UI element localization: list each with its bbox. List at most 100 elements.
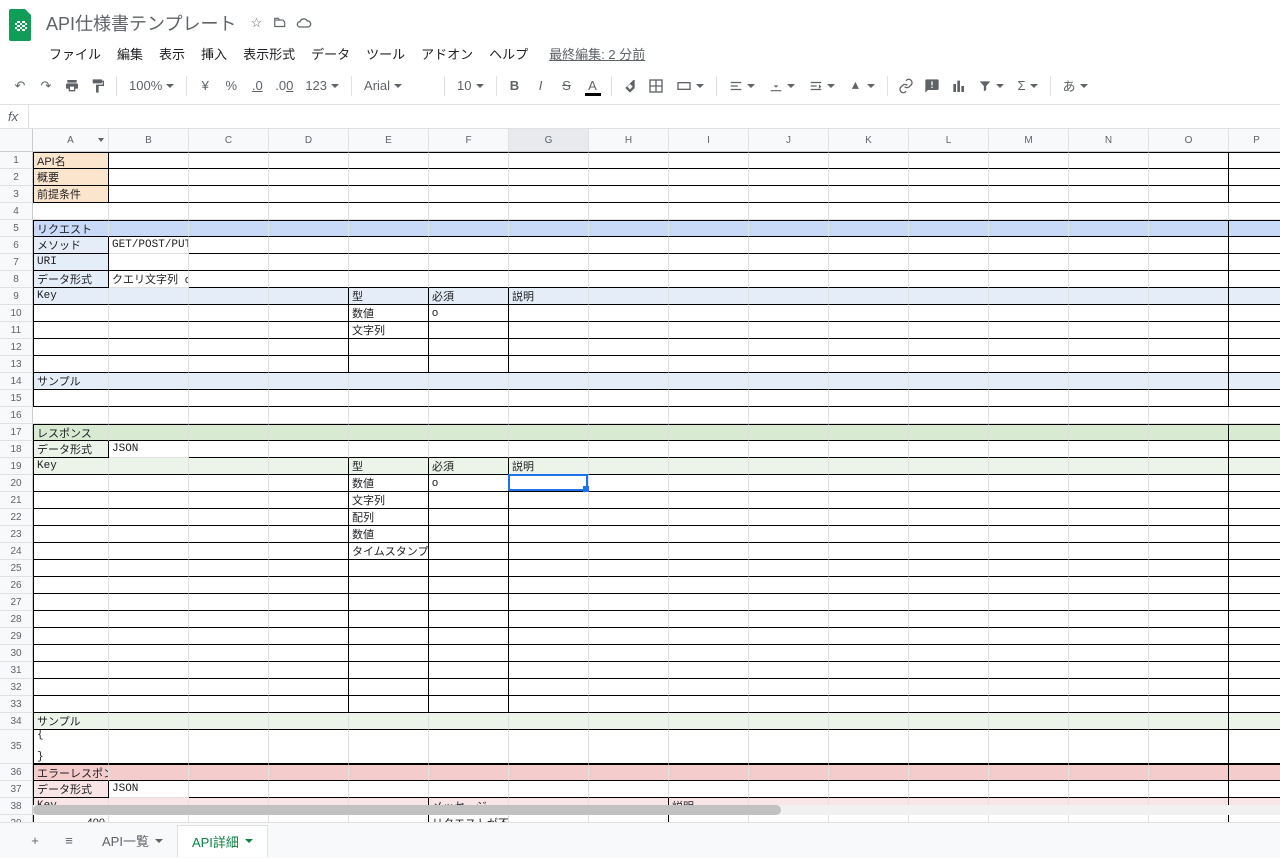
cell-E35[interactable] [349, 730, 429, 764]
cell-F30[interactable] [429, 645, 509, 662]
cell-B15[interactable] [109, 390, 189, 407]
cell-M7[interactable] [989, 254, 1069, 271]
cell-A19[interactable]: Key [33, 458, 109, 475]
cell-J34[interactable] [749, 713, 829, 730]
cell-F8[interactable] [429, 271, 509, 288]
cell-F12[interactable] [429, 339, 509, 356]
cell-G10[interactable] [509, 305, 589, 322]
cell-F1[interactable] [429, 152, 509, 169]
cell-M17[interactable] [989, 424, 1069, 441]
cell-B35[interactable] [109, 730, 189, 764]
cell-D9[interactable] [269, 288, 349, 305]
cell-O16[interactable] [1149, 407, 1229, 424]
cell-O36[interactable] [1149, 764, 1229, 781]
cell-G22[interactable] [509, 509, 589, 526]
cell-M18[interactable] [989, 441, 1069, 458]
cell-F36[interactable] [429, 764, 509, 781]
cell-F25[interactable] [429, 560, 509, 577]
cell-K31[interactable] [829, 662, 909, 679]
v-align-button[interactable] [763, 74, 801, 98]
cell-K5[interactable] [829, 220, 909, 237]
cell-A2[interactable]: 概要 [33, 169, 109, 186]
cell-M37[interactable] [989, 781, 1069, 798]
cell-K36[interactable] [829, 764, 909, 781]
cell-E34[interactable] [349, 713, 429, 730]
cell-F7[interactable] [429, 254, 509, 271]
cell-E11[interactable]: 文字列 [349, 322, 429, 339]
cell-D30[interactable] [269, 645, 349, 662]
cell-C36[interactable] [189, 764, 269, 781]
cell-D25[interactable] [269, 560, 349, 577]
cell-E12[interactable] [349, 339, 429, 356]
column-headers[interactable]: ABCDEFGHIJKLMNOP [0, 129, 1280, 152]
row-head-11[interactable]: 11 [0, 322, 33, 339]
cell-G35[interactable] [509, 730, 589, 764]
cell-N33[interactable] [1069, 696, 1149, 713]
cell-C18[interactable] [189, 441, 269, 458]
cell-C27[interactable] [189, 594, 269, 611]
cell-O35[interactable] [1149, 730, 1229, 764]
last-edit-link[interactable]: 最終編集: 2 分前 [549, 44, 645, 63]
cell-L8[interactable] [909, 271, 989, 288]
cell-K22[interactable] [829, 509, 909, 526]
cell-E1[interactable] [349, 152, 429, 169]
cell-A6[interactable]: メソッド [33, 237, 109, 254]
cell-C33[interactable] [189, 696, 269, 713]
cell-L3[interactable] [909, 186, 989, 203]
cell-G34[interactable] [509, 713, 589, 730]
cell-O8[interactable] [1149, 271, 1229, 288]
cell-O18[interactable] [1149, 441, 1229, 458]
row-head-12[interactable]: 12 [0, 339, 33, 356]
cell-H19[interactable] [589, 458, 669, 475]
cell-M30[interactable] [989, 645, 1069, 662]
cell-H27[interactable] [589, 594, 669, 611]
paint-format-button[interactable] [86, 74, 110, 98]
cell-C14[interactable] [189, 373, 269, 390]
cell-J3[interactable] [749, 186, 829, 203]
cell-A20[interactable] [33, 475, 109, 492]
cell-N26[interactable] [1069, 577, 1149, 594]
cell-K35[interactable] [829, 730, 909, 764]
cell-K23[interactable] [829, 526, 909, 543]
cell-B3[interactable] [109, 186, 189, 203]
cell-O13[interactable] [1149, 356, 1229, 373]
cell-H5[interactable] [589, 220, 669, 237]
cell-I8[interactable] [669, 271, 749, 288]
cell-J27[interactable] [749, 594, 829, 611]
cell-A21[interactable] [33, 492, 109, 509]
cell-J22[interactable] [749, 509, 829, 526]
cell-O3[interactable] [1149, 186, 1229, 203]
cell-J11[interactable] [749, 322, 829, 339]
cell-I9[interactable] [669, 288, 749, 305]
cell-G30[interactable] [509, 645, 589, 662]
font-size-select[interactable]: 10 [451, 74, 489, 98]
cell-I22[interactable] [669, 509, 749, 526]
cell-P14[interactable] [1229, 373, 1280, 390]
cell-A11[interactable] [33, 322, 109, 339]
cell-I19[interactable] [669, 458, 749, 475]
cell-J36[interactable] [749, 764, 829, 781]
cell-N32[interactable] [1069, 679, 1149, 696]
cell-G33[interactable] [509, 696, 589, 713]
row-head-14[interactable]: 14 [0, 373, 33, 390]
cell-E31[interactable] [349, 662, 429, 679]
cell-I17[interactable] [669, 424, 749, 441]
cell-D27[interactable] [269, 594, 349, 611]
cell-L1[interactable] [909, 152, 989, 169]
cell-B7[interactable] [109, 254, 189, 271]
cell-H12[interactable] [589, 339, 669, 356]
cell-F2[interactable] [429, 169, 509, 186]
cell-B28[interactable] [109, 611, 189, 628]
cell-G24[interactable] [509, 543, 589, 560]
cell-N20[interactable] [1069, 475, 1149, 492]
col-head-G[interactable]: G [509, 129, 589, 152]
cell-B11[interactable] [109, 322, 189, 339]
cell-G23[interactable] [509, 526, 589, 543]
cell-B33[interactable] [109, 696, 189, 713]
cell-K11[interactable] [829, 322, 909, 339]
cell-M26[interactable] [989, 577, 1069, 594]
col-head-J[interactable]: J [749, 129, 829, 152]
cell-E6[interactable] [349, 237, 429, 254]
cell-G18[interactable] [509, 441, 589, 458]
cell-K3[interactable] [829, 186, 909, 203]
